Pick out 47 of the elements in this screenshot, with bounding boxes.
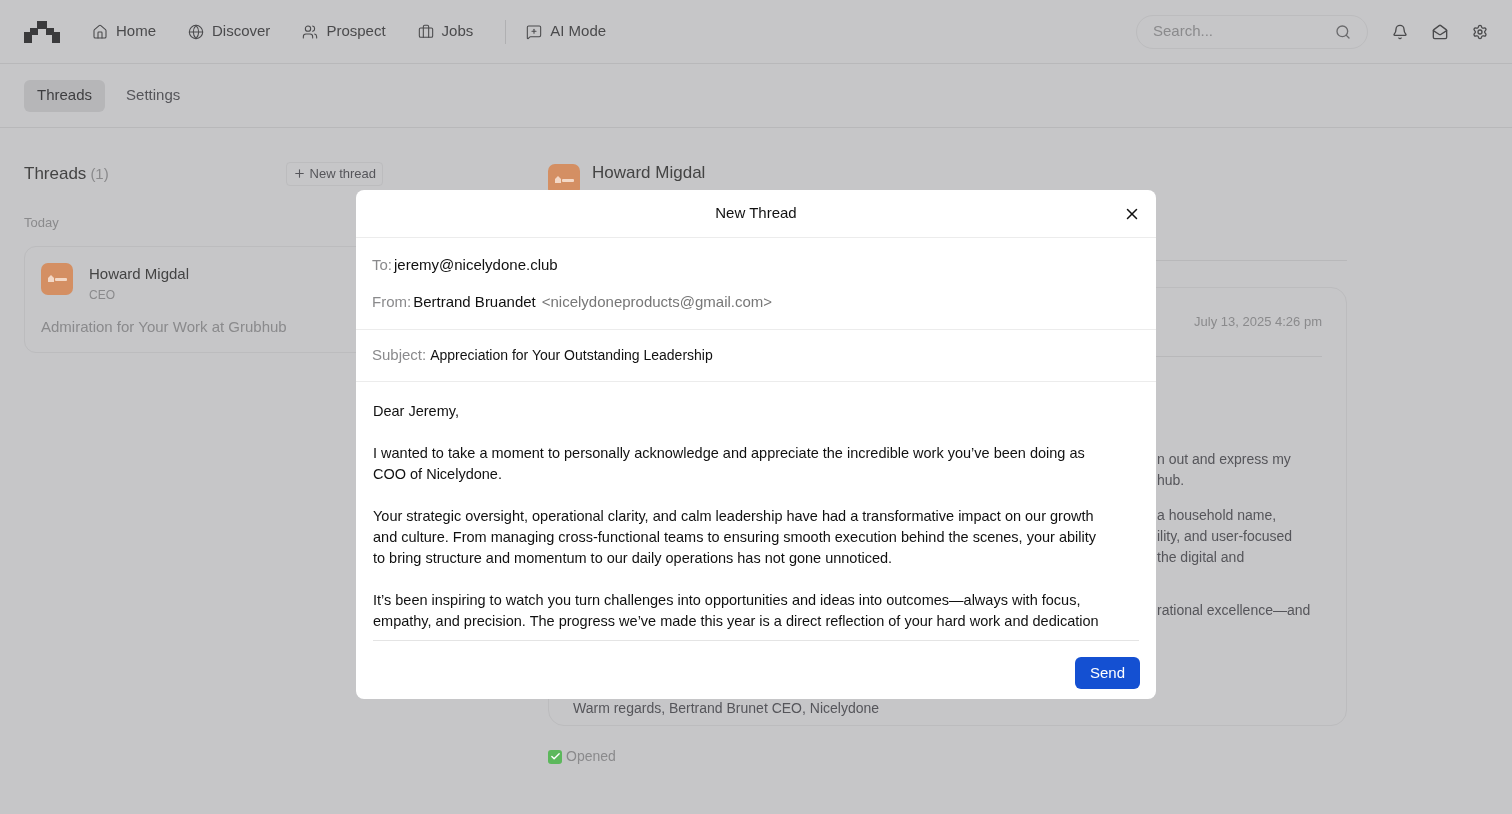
body-paragraph: I wanted to take a moment to personally acknowledge and appreciate the incredible work you’ve been doing as COO of Nicelydone.	[373, 444, 1086, 484]
dialog-title: New Thread	[715, 203, 797, 224]
contact-name: Howard Migdal	[89, 264, 190, 284]
thread-count: (1)	[90, 163, 109, 184]
tab[interactable]: Settings	[113, 79, 194, 112]
from-label: From:	[372, 291, 412, 312]
people-icon	[302, 23, 319, 40]
status-label: Opened	[566, 747, 616, 766]
check-icon	[548, 749, 562, 764]
body-paragraph: It’s been inspiring to watch you turn challenges into opportunities and ideas into outcomes—always with focus, empathy, and precision. The progress we’ve made this year is a direct reflection of your hard work and dedication	[373, 591, 1100, 631]
subject-text: Appreciation for Your Outstanding Leadership	[430, 346, 713, 365]
nav-link[interactable]: Prospect	[302, 20, 386, 43]
new-thread-button[interactable]: New thread	[285, 161, 383, 186]
message-text: rational excellence—and	[1157, 600, 1312, 620]
message-text: ility, and user-focused	[1157, 526, 1294, 546]
search-icon	[1335, 23, 1351, 40]
search-input[interactable]: Search...	[1153, 20, 1335, 43]
plus-icon	[292, 167, 306, 181]
body-paragraph: Your strategic oversight, operational clarity, and calm leadership have had a transformative impact on our growth and culture. From managing cross-functional teams to ensuring smooth execution behind the scenes, your ability to bring structure and momentum to our daily operations has not gone unnoticed.	[373, 507, 1097, 568]
settings-icon[interactable]	[1472, 23, 1488, 40]
house-icon	[92, 23, 108, 40]
nav-link[interactable]: AI Mode	[526, 20, 607, 43]
tab[interactable]: Threads	[24, 79, 106, 112]
body-paragraph: Dear Jeremy,	[373, 402, 460, 421]
globe-icon	[188, 23, 204, 40]
to-label: To:	[372, 255, 392, 275]
threads-heading: Threads	[24, 163, 87, 185]
message-text: the digital and	[1157, 547, 1246, 567]
nav-link[interactable]: Home	[92, 20, 156, 43]
message-signature: Warm regards, Bertrand Brunet CEO, Nicelydone	[573, 699, 881, 718]
message-date: July 13, 2025 4:26 pm	[1194, 313, 1322, 331]
mail-icon[interactable]	[1432, 23, 1448, 40]
nav-link[interactable]: Jobs	[417, 20, 474, 43]
bell-icon[interactable]	[1392, 23, 1408, 40]
send-button[interactable]: Send	[1074, 657, 1140, 689]
company-logo-icon	[41, 263, 73, 295]
thread-subject: Admiration for Your Work at Grubhub	[41, 316, 288, 337]
message-text: n out and express my	[1157, 449, 1292, 469]
contact-role: CEO	[89, 286, 116, 304]
briefcase-icon	[417, 23, 434, 40]
message-text: a household name,	[1157, 505, 1278, 525]
date-group-label: Today	[24, 213, 60, 232]
contact-name: Howard Migdal	[592, 162, 706, 184]
message-text: hub.	[1157, 470, 1186, 490]
logo-icon[interactable]	[24, 20, 60, 43]
sender-address: <nicelydoneproducts@gmail.com>	[541, 291, 773, 312]
nav-link[interactable]: Discover	[188, 20, 271, 43]
